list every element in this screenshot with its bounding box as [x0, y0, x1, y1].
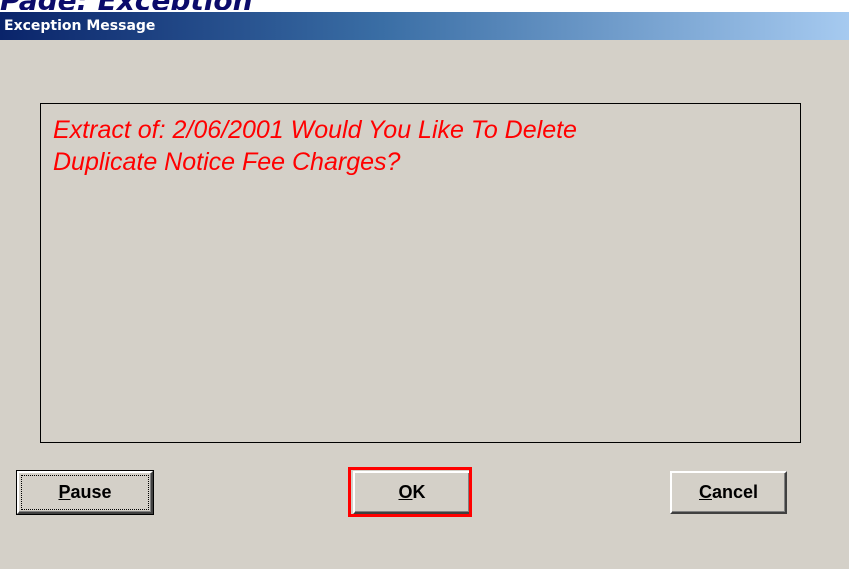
cancel-button-label: Cancel [699, 473, 758, 512]
pause-button[interactable]: Pause [16, 470, 154, 515]
clipped-header-text: Page: Exception Message [0, 0, 260, 10]
ok-button-label: OK [398, 473, 425, 512]
ok-accelerator: O [398, 482, 413, 502]
exception-message-dialog: Exception Message Extract of: 2/06/2001 … [0, 12, 849, 569]
cancel-button[interactable]: Cancel [670, 471, 787, 514]
ok-button[interactable]: OK [353, 471, 471, 514]
pause-label-rest: ause [70, 482, 112, 502]
exception-message-text: Extract of: 2/06/2001 Would You Like To … [53, 116, 577, 176]
cancel-accelerator: C [698, 482, 712, 502]
pause-button-label: Pause [58, 473, 111, 512]
cancel-label-rest: ancel [711, 482, 759, 502]
pause-accelerator: P [58, 482, 71, 502]
window-title: Exception Message [4, 18, 156, 34]
screenshot-page: Page: Exception Message Exception Messag… [0, 0, 849, 569]
title-bar[interactable]: Exception Message [0, 12, 849, 40]
message-panel: Extract of: 2/06/2001 Would You Like To … [40, 103, 801, 443]
ok-label-rest: K [412, 482, 426, 502]
